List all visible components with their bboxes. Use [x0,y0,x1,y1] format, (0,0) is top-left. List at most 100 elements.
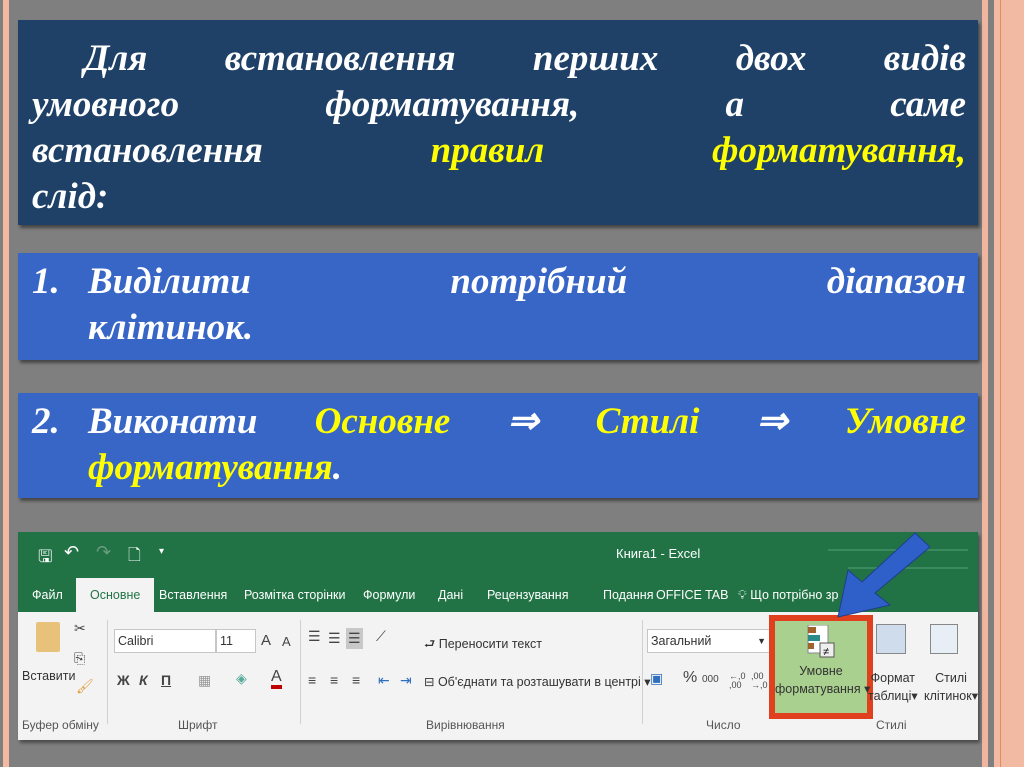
italic-button[interactable]: К [139,672,148,688]
cell-styles-button[interactable]: Стилі клітинок▾ [924,669,978,705]
align-middle-icon[interactable]: ☰ [328,630,341,647]
group-label-number: Число [706,718,741,732]
step-1-line-1: Виділити потрібний діапазон [88,261,966,302]
tab-home[interactable]: Основне [76,578,155,612]
align-top-icon[interactable]: ☰ [308,628,321,645]
conditional-formatting-icon: ≠ [807,624,835,658]
lightbulb-icon: 💡︎ [738,588,751,602]
redo-icon[interactable]: ↷ [96,542,111,563]
step-2-line-1: Виконати Основне ⇒ Стилі ⇒ Умовне [88,399,966,445]
orientation-icon[interactable]: ⟋ [376,628,386,645]
save-icon[interactable]: 🖫 [38,544,52,573]
align-right-icon[interactable]: ≡ [352,672,360,688]
format-painter-icon[interactable]: 🖌︎ [76,678,94,695]
borders-icon[interactable]: ▦ [198,672,211,689]
print-preview-icon[interactable]: 🗋 [128,544,141,571]
right-stripe-2 [994,0,1024,767]
arrow-icon: ⇒ [450,401,596,442]
paste-button[interactable]: Вставити [22,669,75,683]
divider [300,620,301,724]
align-center-icon[interactable]: ≡ [330,672,338,688]
customize-qat-icon[interactable]: ▾ [159,546,164,557]
tab-page-layout[interactable]: Розмітка сторінки [244,578,345,612]
chevron-down-icon: ▼ [757,636,766,646]
font-name-dropdown[interactable]: Calibri [114,629,216,653]
number-format-dropdown[interactable]: Загальний ▼ [647,629,771,653]
undo-icon[interactable]: ↶ [64,542,79,563]
tab-insert[interactable]: Вставлення [159,578,227,612]
font-color-button[interactable]: A [271,669,282,689]
intro-line-3: встановлення правил форматування, [32,128,966,174]
font-size-dropdown[interactable]: 11 [216,629,256,653]
currency-icon[interactable]: ▣ [650,670,663,687]
label-line-2: таблиці [868,689,912,703]
copy-icon[interactable]: ⎘ [74,650,85,667]
increase-decimal-button[interactable]: ←,0 ,00 [729,672,747,690]
label-line-1: Стилі [935,671,967,685]
format-as-table-icon[interactable] [876,624,906,654]
format-as-table-button[interactable]: Формат таблиці▾ [868,669,918,705]
intro-line-4: слід: [32,176,109,217]
decrease-indent-icon[interactable]: ⇤ [378,672,390,689]
increase-indent-icon[interactable]: ⇥ [400,672,412,689]
decrease-decimal-button[interactable]: ,00 →,0 [751,672,769,690]
step-1-box: 1. Виділити потрібний діапазон клітинок. [18,253,978,360]
tab-review[interactable]: Рецензування [487,578,568,612]
arrow-icon: ⇒ [699,401,845,442]
intro-line-1: Для встановлення перших двох видів [84,38,966,79]
underline-button[interactable]: П [161,672,171,688]
intro-text: встановлення [32,130,431,171]
comma: , [956,130,966,171]
comma-style-button[interactable]: 000 [702,674,719,685]
conditional-formatting-label: Умовне форматування ▾ [775,664,871,696]
highlight-rules: правил форматування [430,130,957,171]
merge-center-button[interactable]: ⊟ Об'єднати та розташувати в центрі ▾ [424,674,651,689]
conditional-formatting-button[interactable]: ≠ Умовне форматування ▾ [769,615,873,719]
divider [642,620,643,724]
step-1-line-2: клітинок. [88,307,254,348]
percent-button[interactable]: % [683,669,697,687]
paste-icon[interactable] [36,622,60,652]
cut-icon[interactable]: ✂ [74,620,86,637]
font-size-value: 11 [220,634,233,648]
label-line-2: клітинок [924,689,972,703]
bold-button[interactable]: Ж [117,672,130,688]
pointer-arrow-icon [837,532,930,618]
cell-styles-icon[interactable] [930,624,958,654]
font-name-value: Calibri [118,634,154,648]
text: Виконати [88,401,315,442]
right-line [1000,0,1001,767]
highlight-formatting: форматування [88,447,333,488]
grow-font-button[interactable]: A [261,632,271,649]
intro-box: Для встановлення перших двох видів умовн… [18,20,978,225]
number-format-value: Загальний [651,634,712,648]
group-label-font: Шрифт [178,718,218,732]
highlight-styles: Стилі [595,401,700,442]
shrink-font-button[interactable]: A [282,634,291,649]
align-bottom-icon[interactable]: ☰ [346,628,363,649]
tab-office-tab[interactable]: OFFICE TAB [656,578,728,612]
wrap-text-icon: ⮐ [424,637,439,651]
highlight-home: Основне [314,401,451,442]
window-title: Книга1 - Excel [616,546,701,561]
highlight-conditional: Умовне [844,401,966,442]
svg-text:≠: ≠ [823,646,829,658]
tab-view[interactable]: Подання [603,578,653,612]
step-2-line-2: форматування. [88,445,966,491]
label-line-1: Умовне [799,664,843,678]
group-label-styles: Стилі [876,718,907,732]
tab-formulas[interactable]: Формули [363,578,415,612]
align-left-icon[interactable]: ≡ [308,672,316,688]
step-number: 2. [32,401,60,442]
group-label-alignment: Вирівнювання [426,718,505,732]
left-stripe [3,0,9,767]
label-line-2: форматування [775,682,861,696]
tab-data[interactable]: Дані [438,578,463,612]
wrap-text-button[interactable]: ⮐ Переносити текст [424,635,542,656]
step-number: 1. [32,261,60,302]
fill-color-icon[interactable]: ◈ [236,670,247,687]
merge-icon: ⊟ [424,675,438,689]
period: . [332,447,342,488]
step-2-box: 2. Виконати Основне ⇒ Стилі ⇒ Умовне фор… [18,393,978,498]
tab-file[interactable]: Файл [32,578,63,612]
